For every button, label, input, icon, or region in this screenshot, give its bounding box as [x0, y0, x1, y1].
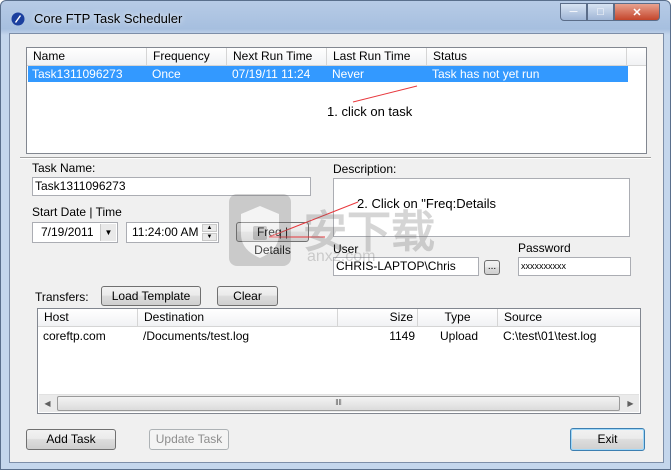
col-header-frequency[interactable]: Frequency [147, 48, 227, 65]
col-header-host[interactable]: Host [38, 309, 138, 326]
transfer-destination-cell: /Documents/test.log [143, 329, 250, 343]
annotation-step-2: 2. Click on "Freq:Details [357, 196, 496, 211]
task-last-run-cell: Never [332, 67, 365, 81]
transfers-list[interactable]: Host Destination Size Type Source coreft… [37, 308, 641, 414]
minimize-button[interactable]: ─ [560, 3, 587, 21]
task-name-cell: Task1311096273 [32, 67, 123, 81]
horizontal-scrollbar[interactable]: ◀ ‖‖ ▶ [39, 394, 639, 412]
task-status-cell: Task has not yet run [432, 67, 540, 81]
browse-user-button[interactable]: ... [484, 260, 500, 275]
task-name-input[interactable]: Task1311096273 [32, 177, 311, 196]
scroll-thumb[interactable]: ‖‖ [57, 396, 620, 411]
start-time-value: 11:24:00 AM [132, 225, 199, 239]
col-header-next-run[interactable]: Next Run Time [227, 48, 327, 65]
user-label: User [333, 242, 359, 256]
divider [20, 157, 651, 159]
annotation-arrow-1 [352, 85, 418, 103]
close-button[interactable]: ✕ [614, 3, 660, 21]
time-down-icon[interactable]: ▼ [202, 233, 217, 241]
time-up-icon[interactable]: ▲ [202, 224, 217, 232]
maximize-icon: □ [597, 6, 604, 18]
transfer-host-cell: coreftp.com [43, 329, 106, 343]
user-input[interactable]: CHRIS-LAPTOP\Chris [333, 257, 479, 276]
task-scheduler-window: Core FTP Task Scheduler ─ □ ✕ Name Frequ… [0, 0, 671, 470]
task-name-label: Task Name: [32, 161, 96, 175]
annotation-arrow-2 [268, 201, 359, 238]
transfer-type-cell: Upload [439, 329, 479, 343]
update-task-button[interactable]: Update Task [149, 429, 229, 450]
col-header-status[interactable]: Status [427, 48, 627, 65]
window-title: Core FTP Task Scheduler [34, 11, 183, 26]
start-date-picker[interactable]: 7/19/2011 ▼ [32, 222, 118, 243]
task-row[interactable]: Task1311096273 Once 07/19/11 11:24 Never… [28, 66, 628, 82]
annotation-step-1: 1. click on task [327, 104, 413, 119]
description-label: Description: [333, 162, 397, 176]
load-template-button[interactable]: Load Template [101, 286, 201, 306]
task-frequency-cell: Once [152, 67, 181, 81]
calendar-dropdown-icon[interactable]: ▼ [100, 224, 116, 241]
transfers-list-header: Host Destination Size Type Source [38, 309, 640, 327]
task-list-header: Name Frequency Next Run Time Last Run Ti… [27, 48, 646, 66]
col-header-type[interactable]: Type [418, 309, 498, 326]
minimize-icon: ─ [569, 6, 578, 18]
start-time-spinner[interactable]: 11:24:00 AM ▲ ▼ [126, 222, 219, 243]
title-bar[interactable]: Core FTP Task Scheduler ─ □ ✕ [1, 1, 670, 35]
transfer-size-cell: 1149 [389, 329, 415, 343]
col-header-name[interactable]: Name [27, 48, 147, 65]
close-icon: ✕ [632, 6, 642, 19]
password-input[interactable]: xxxxxxxxxx [518, 257, 631, 276]
clear-button[interactable]: Clear [217, 286, 278, 306]
scroll-right-icon[interactable]: ▶ [622, 395, 639, 412]
col-header-size[interactable]: Size [338, 309, 418, 326]
scroll-left-icon[interactable]: ◀ [39, 395, 56, 412]
client-area: Name Frequency Next Run Time Last Run Ti… [9, 33, 664, 463]
transfer-row[interactable]: coreftp.com /Documents/test.log 1149 Upl… [39, 328, 639, 344]
transfer-source-cell: C:\test\01\test.log [503, 329, 597, 343]
transfers-label: Transfers: [35, 290, 89, 304]
col-header-source[interactable]: Source [498, 309, 640, 326]
start-date-value: 7/19/2011 [41, 225, 94, 239]
maximize-button[interactable]: □ [587, 3, 614, 21]
start-date-time-label: Start Date | Time [32, 205, 122, 219]
add-task-button[interactable]: Add Task [26, 429, 116, 450]
col-header-destination[interactable]: Destination [138, 309, 338, 326]
task-list[interactable]: Name Frequency Next Run Time Last Run Ti… [26, 47, 647, 154]
app-icon [11, 12, 25, 26]
password-label: Password [518, 241, 571, 255]
col-header-last-run[interactable]: Last Run Time [327, 48, 427, 65]
task-next-run-cell: 07/19/11 11:24 [232, 67, 311, 81]
exit-button[interactable]: Exit [570, 428, 645, 451]
